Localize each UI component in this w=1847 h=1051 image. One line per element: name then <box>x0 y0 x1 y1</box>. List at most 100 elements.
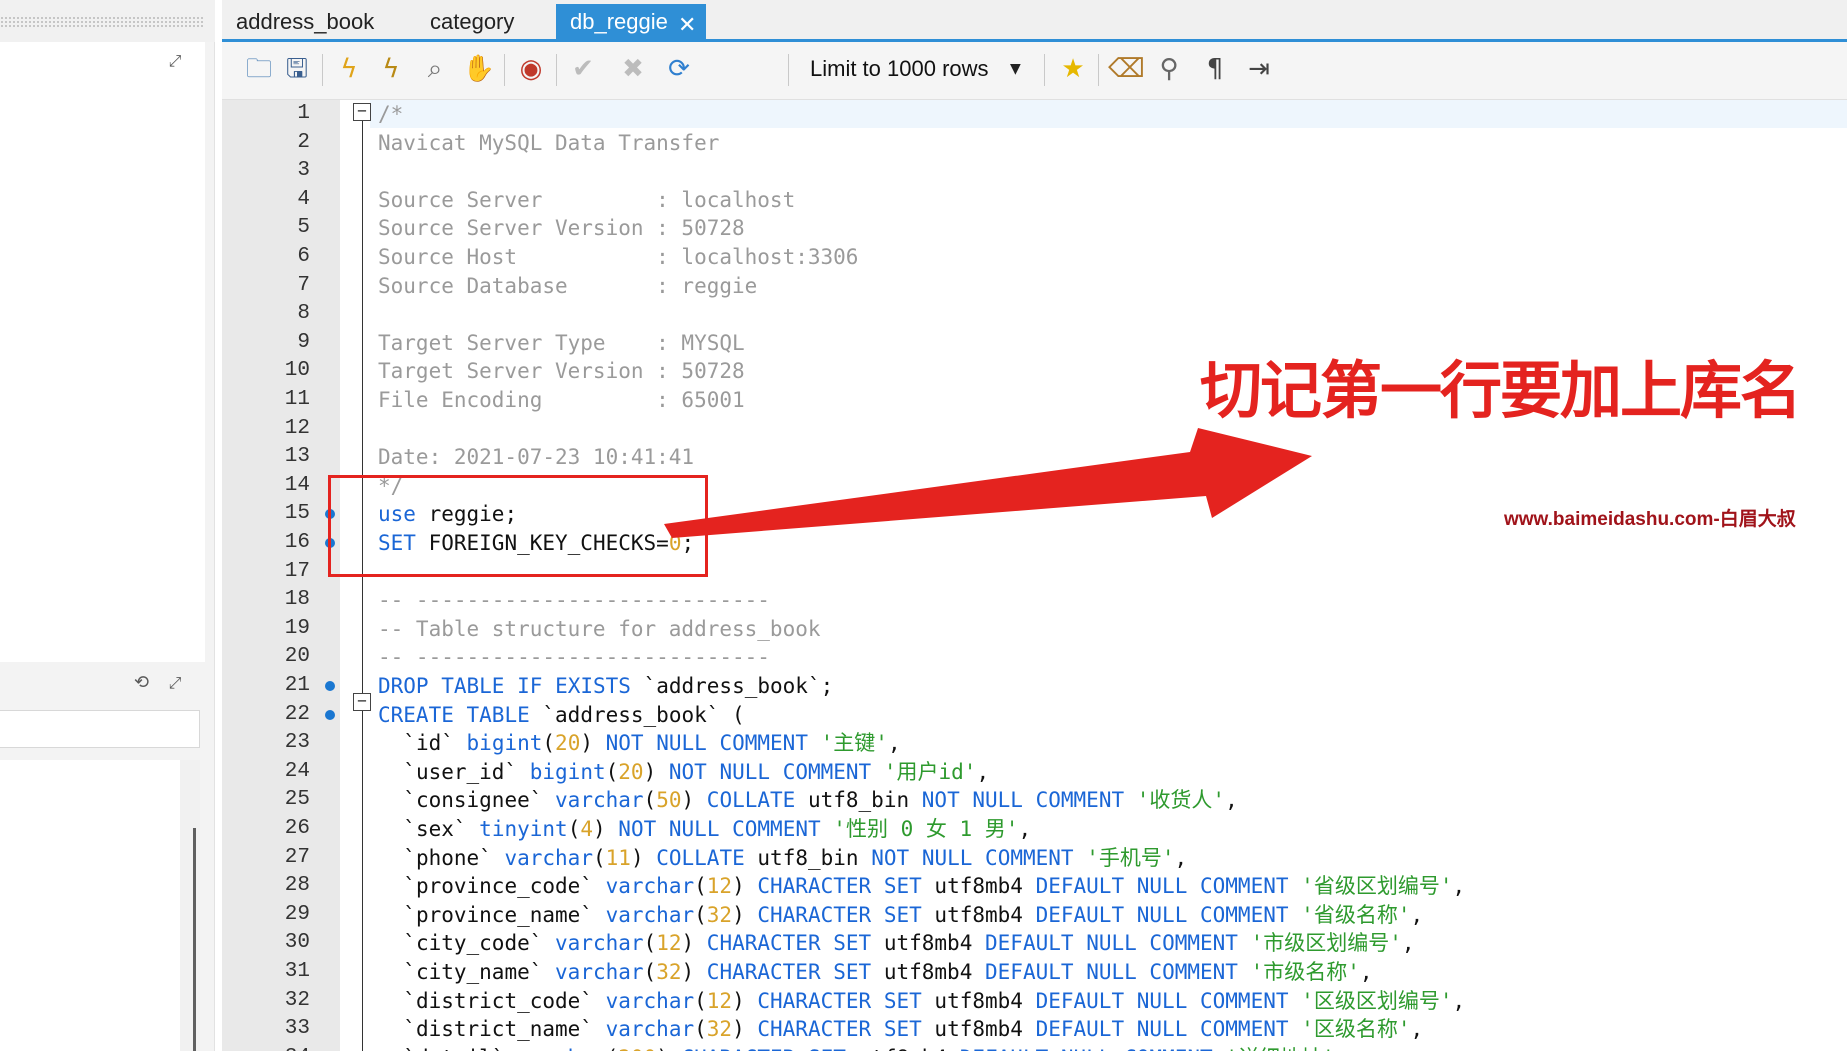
line-number: 22 <box>284 702 310 726</box>
expand-panel-icon[interactable]: ⤢ <box>166 52 184 70</box>
object-tree-area[interactable] <box>0 42 205 662</box>
punctuation: ; <box>820 674 834 698</box>
punctuation <box>593 989 606 1013</box>
punctuation <box>1074 846 1087 870</box>
code-line[interactable]: 29 `province_name` varchar(32) CHARACTER… <box>222 901 1847 930</box>
code-line[interactable]: 25 `consignee` varchar(50) COLLATE utf8_… <box>222 786 1847 815</box>
keyword: DEFAULT <box>1035 1017 1125 1042</box>
identifier: utf8mb4 <box>934 988 1023 1013</box>
toggle-autocommit-icon[interactable]: ◉ <box>514 52 548 86</box>
punctuation <box>909 846 922 870</box>
toolbar-separator <box>788 54 789 86</box>
punctuation <box>1289 903 1302 927</box>
line-number: 21 <box>284 674 310 697</box>
execute-selection-icon[interactable]: ϟ <box>374 52 408 86</box>
execute-icon[interactable]: ϟ <box>332 52 366 86</box>
code-line[interactable]: 8 <box>222 300 1847 329</box>
code-line[interactable]: 13 Date: 2021-07-23 10:41:41 <box>222 443 1847 472</box>
code-line[interactable]: 18 -- ---------------------------- <box>222 586 1847 615</box>
punctuation <box>1238 931 1251 955</box>
code-line[interactable]: 22 CREATE TABLE `address_book` ( <box>222 701 1847 730</box>
code-line[interactable]: 30 `city_code` varchar(12) CHARACTER SET… <box>222 929 1847 958</box>
drag-grip[interactable] <box>0 16 205 28</box>
code-line[interactable]: 24 `user_id` bigint(20) NOT NULL COMMENT… <box>222 758 1847 787</box>
keyword: COLLATE <box>706 788 796 813</box>
code-text: Source Host : localhost:3306 <box>378 245 859 269</box>
filter-input[interactable] <box>0 710 200 748</box>
commit-icon[interactable]: ✔ <box>566 52 600 86</box>
code-line[interactable]: 20 -- ---------------------------- <box>222 643 1847 672</box>
code-line[interactable]: 33 `district_name` varchar(32) CHARACTER… <box>222 1015 1847 1044</box>
tab-address-book[interactable]: address_book <box>222 4 402 40</box>
punctuation: ) <box>681 931 707 956</box>
left-panel: ⤢ ⟲ ⤢ <box>0 0 215 1051</box>
open-file-icon[interactable]: 🗀 <box>242 52 276 86</box>
code-line[interactable]: 7 Source Database : reggie <box>222 272 1847 301</box>
code-line[interactable]: 19 -- Table structure for address_book <box>222 615 1847 644</box>
line-number: 17 <box>284 559 310 583</box>
punctuation: ) <box>732 874 758 899</box>
keyword: varchar <box>555 960 644 984</box>
stop-icon[interactable]: ✋ <box>462 52 496 86</box>
punctuation <box>1023 788 1036 812</box>
code-line[interactable]: 3 <box>222 157 1847 186</box>
code-text: `province_code` varchar(12) CHARACTER SE… <box>378 872 1465 901</box>
left-scrollbar-thumb[interactable] <box>193 828 196 1051</box>
punctuation: ) <box>643 759 669 784</box>
rollback-icon[interactable]: ✖ <box>616 52 650 86</box>
find-icon[interactable]: ⚲ <box>1152 52 1186 86</box>
line-number: 34 <box>222 1044 310 1051</box>
code-line[interactable]: 27 `phone` varchar(11) COLLATE utf8_bin … <box>222 844 1847 873</box>
clean-icon[interactable]: ⌫ <box>1108 52 1145 86</box>
code-line[interactable]: 1 /* <box>222 100 1847 129</box>
code-line[interactable]: 31 `city_name` varchar(32) CHARACTER SET… <box>222 958 1847 987</box>
code-line[interactable]: 4 Source Server : localhost <box>222 186 1847 215</box>
invisible-chars-icon[interactable]: ¶ <box>1198 52 1232 86</box>
tab-category[interactable]: category <box>402 4 542 40</box>
identifier: `id` <box>403 731 454 756</box>
punctuation <box>947 1046 960 1051</box>
code-line[interactable]: 2 Navicat MySQL Data Transfer <box>222 129 1847 158</box>
refresh-icon[interactable]: ⟲ <box>134 674 149 692</box>
code-text: -- ---------------------------- <box>378 645 770 670</box>
code-text: `phone` varchar(11) COLLATE utf8_bin NOT… <box>378 844 1187 873</box>
editor-tab-bar: address_book category db_reggie ✕ <box>222 0 1847 42</box>
line-number: 18 <box>284 588 310 612</box>
code-line[interactable]: 23 `id` bigint(20) NOT NULL COMMENT '主键'… <box>222 729 1847 758</box>
code-line[interactable]: 21 DROP TABLE IF EXISTS `address_book`; <box>222 672 1847 701</box>
punctuation <box>922 903 935 927</box>
string-literal: '收货人' <box>1136 788 1226 813</box>
save-icon[interactable]: 🖫 <box>280 52 314 86</box>
string-literal: '主键' <box>820 731 888 756</box>
close-tab-icon[interactable]: ✕ <box>678 8 696 44</box>
breakpoint-marker-icon[interactable] <box>325 681 335 691</box>
keyword: IF <box>517 674 543 698</box>
code-line[interactable]: 32 `district_code` varchar(12) CHARACTER… <box>222 987 1847 1016</box>
code-line[interactable]: 28 `province_code` varchar(12) CHARACTER… <box>222 872 1847 901</box>
toolbar-separator <box>1098 54 1099 86</box>
bookmark-add-icon[interactable]: ★ <box>1056 52 1090 86</box>
chevron-down-icon[interactable]: ▼ <box>1010 50 1021 88</box>
explain-icon[interactable]: ⌕ <box>418 52 452 86</box>
punctuation <box>454 731 467 755</box>
code-line[interactable]: 26 `sex` tinyint(4) NOT NULL COMMENT '性别… <box>222 815 1847 844</box>
code-line[interactable]: 6 Source Host : localhost:3306 <box>222 243 1847 272</box>
wrap-icon[interactable]: ⇥ <box>1242 52 1276 86</box>
keyword: COMMENT <box>719 731 808 756</box>
keyword: NULL <box>719 759 771 784</box>
punctuation: , <box>976 759 990 784</box>
code-line[interactable]: 34 `detail` varchar(200) CHARACTER SET u… <box>222 1044 1847 1051</box>
expand-panel-icon[interactable]: ⤢ <box>166 674 184 692</box>
code-line[interactable]: 5 Source Server Version : 50728 <box>222 214 1847 243</box>
limit-rows-select[interactable]: Limit to 1000 rows <box>798 50 1034 88</box>
code-text: `city_code` varchar(12) CHARACTER SET ut… <box>378 929 1414 958</box>
string-literal: '市级区划编号' <box>1250 931 1402 956</box>
left-scrollbar[interactable] <box>180 760 200 1051</box>
code-text: Source Server Version : 50728 <box>378 216 745 241</box>
beautify-icon[interactable]: ⟳ <box>662 52 696 86</box>
punctuation: ( <box>643 931 657 956</box>
breakpoint-marker-icon[interactable] <box>325 709 335 720</box>
line-number: 11 <box>284 388 310 411</box>
line-number: 32 <box>284 988 310 1012</box>
keyword: bigint <box>529 759 606 784</box>
